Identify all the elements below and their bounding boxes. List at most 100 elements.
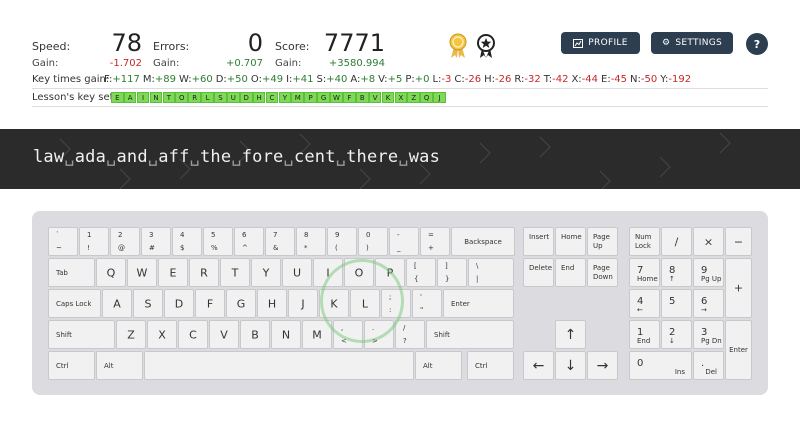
numpad-divide-key[interactable]: / [661, 227, 692, 256]
right-alt-key[interactable]: Alt [415, 351, 462, 380]
settings-label: SETTINGS [675, 38, 723, 48]
key-q[interactable]: Q [96, 258, 126, 287]
key-label: \ [476, 262, 479, 270]
key-5[interactable]: 5% [203, 227, 233, 256]
key-4[interactable]: 4 $ [172, 227, 202, 256]
key-sym3-0[interactable]: ;: [381, 289, 411, 318]
settings-button[interactable]: ⚙ SETTINGS [651, 32, 733, 54]
key-v[interactable]: V [209, 320, 239, 349]
backspace-key[interactable]: Backspace [451, 227, 515, 256]
numpad-3-key[interactable]: 3 Pg Dn [693, 320, 724, 349]
key-k[interactable]: K [319, 289, 349, 318]
key-time-value: +8 [360, 74, 376, 85]
key-y[interactable]: Y [251, 258, 281, 287]
key-label: < [341, 337, 347, 345]
num-lock-key[interactable]: Num Lock [629, 227, 660, 256]
key-i[interactable]: I [313, 258, 343, 287]
key-label: > [372, 337, 378, 345]
key-sym4-1[interactable]: . > [364, 320, 394, 349]
key-m[interactable]: M [302, 320, 332, 349]
key-x[interactable]: X [147, 320, 177, 349]
key-p[interactable]: P [375, 258, 405, 287]
left-shift-key[interactable]: Shift [48, 320, 115, 349]
caps-lock-key[interactable]: Caps Lock [48, 289, 101, 318]
key-j[interactable]: J [288, 289, 318, 318]
key-0[interactable]: 0) [358, 227, 388, 256]
key-sym4-0[interactable]: , < [333, 320, 363, 349]
key-2[interactable]: 2 @ [110, 227, 140, 256]
right-shift-key[interactable]: Shift [426, 320, 514, 349]
numpad-9-key[interactable]: 9 Pg Up [693, 258, 724, 287]
key-g[interactable]: G [226, 289, 256, 318]
key-time-item: E:-45 [601, 74, 627, 85]
key-sym-1[interactable]: ]} [437, 258, 467, 287]
key-`[interactable]: ` ~ [48, 227, 78, 256]
key-time-value: -44 [581, 74, 599, 85]
key-u[interactable]: U [282, 258, 312, 287]
enter-key[interactable]: Enter [443, 289, 514, 318]
key-9[interactable]: 9( [327, 227, 357, 256]
key-sym-0[interactable]: [{ [406, 258, 436, 287]
numpad-enter-key[interactable]: Enter [725, 320, 752, 380]
left-alt-key[interactable]: Alt [96, 351, 143, 380]
key-w[interactable]: W [127, 258, 157, 287]
key-7[interactable]: 7 & [265, 227, 295, 256]
numpad-6-key[interactable]: 6 → [693, 289, 724, 318]
key-o[interactable]: O [344, 258, 374, 287]
arrow-right-key[interactable]: → [587, 351, 618, 380]
key-h[interactable]: H [257, 289, 287, 318]
page-up-key[interactable]: Page Up [587, 227, 618, 256]
key-6[interactable]: 6 ^ [234, 227, 264, 256]
key-sym-2[interactable]: \ | [468, 258, 514, 287]
help-button[interactable]: ? [746, 33, 768, 55]
key-label: / [674, 235, 679, 248]
key-sym3-1[interactable]: ' " [412, 289, 442, 318]
key-f[interactable]: F [195, 289, 225, 318]
numpad-0-key[interactable]: 0 Ins [629, 351, 692, 380]
numpad-7-key[interactable]: 7 Home [629, 258, 660, 287]
profile-button[interactable]: PROFILE [561, 32, 640, 54]
key-a[interactable]: A [102, 289, 132, 318]
key-sym4-2[interactable]: /? [395, 320, 425, 349]
key-n[interactable]: N [271, 320, 301, 349]
tab-key[interactable]: Tab [48, 258, 95, 287]
numpad-8-key[interactable]: 8 ↑ [661, 258, 692, 287]
key-l[interactable]: L [350, 289, 380, 318]
insert-key[interactable]: Insert [523, 227, 554, 256]
key-time-item: A:+8 [350, 74, 375, 85]
left-ctrl-key[interactable]: Ctrl [48, 351, 95, 380]
numpad-dot-key[interactable]: . Del [693, 351, 724, 380]
key-r[interactable]: R [189, 258, 219, 287]
numpad-plus-key[interactable]: + [725, 258, 752, 318]
end-key[interactable]: End [555, 258, 586, 287]
numpad-minus-key[interactable]: − [725, 227, 752, 256]
key-z[interactable]: Z [116, 320, 146, 349]
arrow-up-key[interactable]: ↑ [555, 320, 586, 349]
key-t[interactable]: T [220, 258, 250, 287]
key-c[interactable]: C [178, 320, 208, 349]
numpad-5-key[interactable]: 5 [661, 289, 692, 318]
key-8[interactable]: 8 * [296, 227, 326, 256]
page-down-key[interactable]: Page Down [587, 258, 618, 287]
numpad-multiply-key[interactable]: × [693, 227, 724, 256]
numpad-4-key[interactable]: 4 ← [629, 289, 660, 318]
key-s[interactable]: S [133, 289, 163, 318]
key-e[interactable]: E [158, 258, 188, 287]
arrow-left-key[interactable]: ← [523, 351, 554, 380]
key-time-key: M: [142, 74, 155, 85]
key-=[interactable]: = + [420, 227, 450, 256]
key-1[interactable]: 1! [79, 227, 109, 256]
numpad-1-key[interactable]: 1 End [629, 320, 660, 349]
delete-key[interactable]: Delete [523, 258, 554, 287]
key-label: ^ [242, 244, 248, 252]
right-ctrl-key[interactable]: Ctrl [467, 351, 514, 380]
key--[interactable]: - _ [389, 227, 419, 256]
key-3[interactable]: 3 # [141, 227, 171, 256]
home-key[interactable]: Home [555, 227, 586, 256]
space-marker: ␣ [64, 147, 75, 167]
key-d[interactable]: D [164, 289, 194, 318]
space-key[interactable] [144, 351, 414, 380]
key-b[interactable]: B [240, 320, 270, 349]
arrow-down-key[interactable]: ↓ [555, 351, 586, 380]
numpad-2-key[interactable]: 2 ↓ [661, 320, 692, 349]
